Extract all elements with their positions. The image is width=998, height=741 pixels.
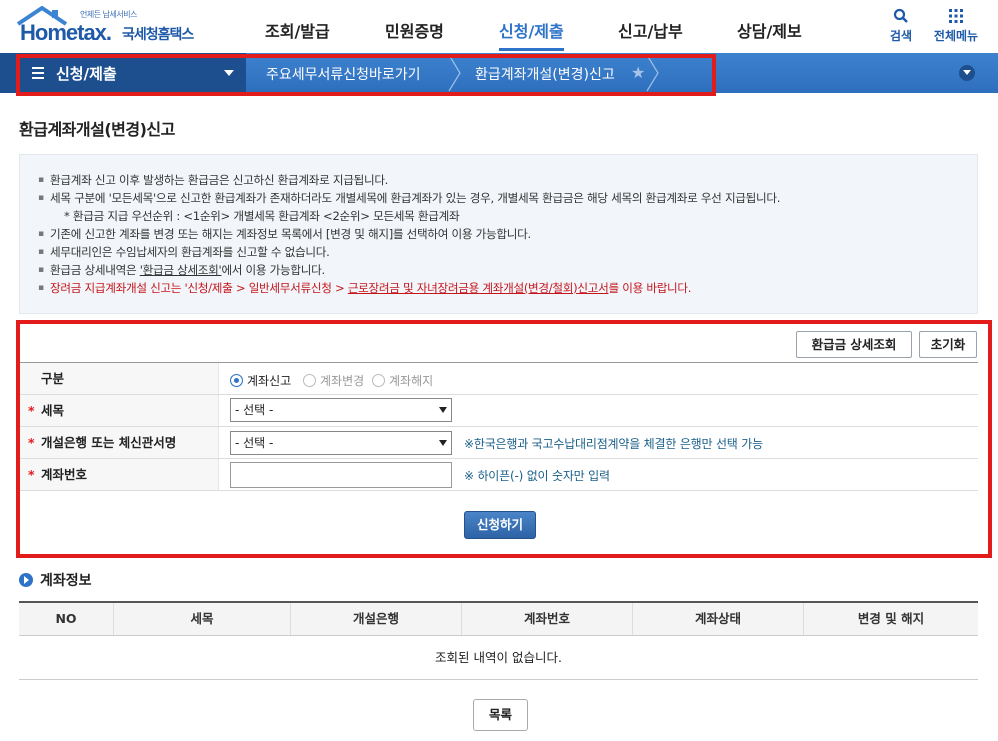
nav-consult[interactable]: 상담/제보 xyxy=(737,18,802,42)
search-button[interactable]: 검색 xyxy=(886,8,916,44)
top-header: 언제든 납세서비스 Hometax. 국세청홈택스 조회/발급 민원증명 신청/… xyxy=(0,0,998,53)
arrow-circle-icon xyxy=(19,573,33,587)
col-tax: 세목 xyxy=(114,603,291,635)
col-account-number: 계좌번호 xyxy=(462,603,633,635)
notice-text: 환급금 상세내역은 xyxy=(50,263,140,277)
page-title: 환급계좌개설(변경)신고 xyxy=(19,120,175,139)
empty-message: 조회된 내역이 없습니다. xyxy=(19,636,978,680)
logo-text: Hometax. xyxy=(20,20,112,45)
notice-line-warning: 장려금 지급계좌개설 신고는 '신청/제출 > 일반세무서류신청 > 근로장려금… xyxy=(38,279,977,297)
notice-line: 기존에 신고한 계좌를 변경 또는 해지는 계좌정보 목록에서 [변경 및 해지… xyxy=(38,225,977,243)
refund-detail-link[interactable]: '환급금 상세조회' xyxy=(140,263,222,277)
col-change-close: 변경 및 해지 xyxy=(857,611,925,626)
notice-text: 를 이용 바랍니다. xyxy=(608,281,692,295)
notice-line: 환급계좌 신고 이후 발생하는 환급금은 신고하신 환급계좌로 지급됩니다. xyxy=(38,171,977,189)
logo-korean-name: 국세청홈택스 xyxy=(122,27,194,43)
search-label: 검색 xyxy=(889,29,913,43)
highlight-box-form xyxy=(16,320,992,558)
notice-line: 세목 구분에 '모든세목'으로 신고한 환급계좌가 존재하더라도 개별세목에 환… xyxy=(38,189,977,207)
expand-nav-icon[interactable] xyxy=(959,65,975,81)
highlight-box-navigation xyxy=(16,54,716,96)
notice-line: 세무대리인은 수임납세자의 환급계좌를 신고할 수 없습니다. xyxy=(38,243,977,261)
notice-subline: * 환급금 지급 우선순위 : <1순위> 개별세목 환급계좌 <2순위> 모든… xyxy=(64,209,460,223)
account-info-heading: 계좌정보 xyxy=(19,570,92,590)
account-info-table: NO 세목 개설은행 계좌번호 계좌상태 변경 및 해지 조회된 내역이 없습니… xyxy=(19,601,978,680)
nav-certificate[interactable]: 민원증명 xyxy=(385,18,444,42)
all-menu-button[interactable]: 전체메뉴 xyxy=(928,8,984,44)
table-header: NO 세목 개설은행 계좌번호 계좌상태 변경 및 해지 xyxy=(19,603,978,636)
notice-line: 환급금 상세내역은 '환급금 상세조회'에서 이용 가능합니다. xyxy=(38,261,977,279)
nav-lookup-issue[interactable]: 조회/발급 xyxy=(265,18,330,42)
all-menu-label: 전체메뉴 xyxy=(933,29,979,43)
hometax-logo[interactable]: 언제든 납세서비스 Hometax. 국세청홈택스 xyxy=(16,6,206,48)
active-nav-underline xyxy=(499,48,564,51)
account-info-title: 계좌정보 xyxy=(40,573,92,589)
grid-menu-icon xyxy=(949,9,963,23)
col-no: NO xyxy=(19,603,114,635)
col-account-status: 계좌상태 xyxy=(633,603,804,635)
col-bank: 개설은행 xyxy=(291,603,462,635)
notice-text: 장려금 지급계좌개설 신고는 '신청/제출 > 일반세무서류신청 > xyxy=(50,281,348,295)
notice-box: 환급계좌 신고 이후 발생하는 환급금은 신고하신 환급계좌로 지급됩니다. 세… xyxy=(19,154,978,314)
incentive-account-form-link[interactable]: 근로장려금 및 자녀장려금용 계좌개설(변경/철회)신고서 xyxy=(348,281,609,295)
list-button[interactable]: 목록 xyxy=(473,699,528,731)
search-icon xyxy=(893,8,908,23)
nav-report-pay[interactable]: 신고/납부 xyxy=(618,18,683,42)
notice-text: 에서 이용 가능합니다. xyxy=(221,263,325,277)
logo-tagline: 언제든 납세서비스 xyxy=(80,10,137,19)
nav-apply-submit[interactable]: 신청/제출 xyxy=(499,18,564,42)
